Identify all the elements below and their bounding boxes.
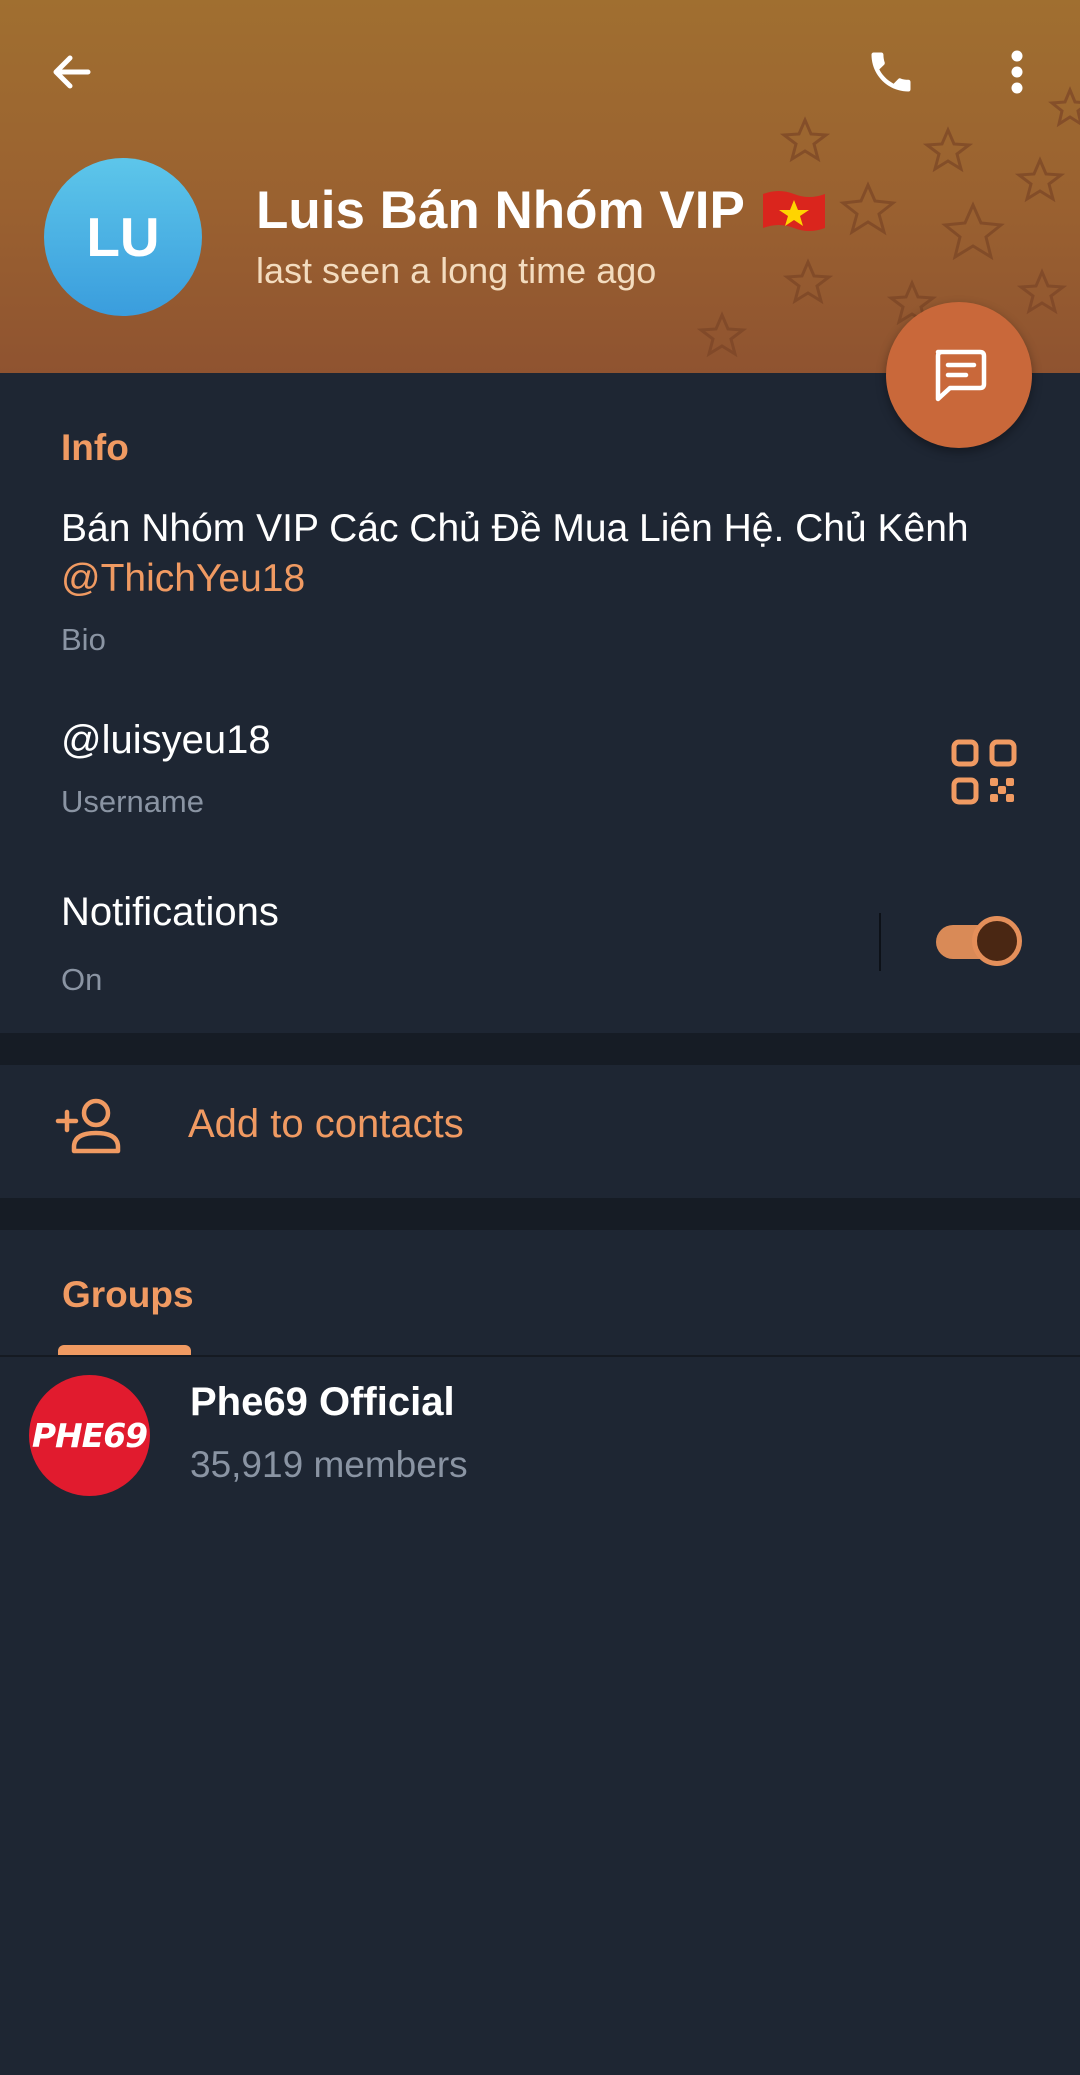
add-user-icon <box>55 1098 121 1154</box>
bio-label: Bio <box>61 622 106 657</box>
vietnam-flag-icon <box>762 190 825 231</box>
group-avatar-text: PHE69 <box>31 1416 148 1455</box>
profile-avatar[interactable]: LU <box>44 158 202 316</box>
username-value[interactable]: @luisyeu18 <box>61 718 271 763</box>
phone-icon <box>871 52 911 92</box>
back-button[interactable] <box>36 36 108 108</box>
bio-text: Bán Nhóm VIP Các Chủ Đề Mua Liên Hệ. Chủ… <box>61 504 1021 604</box>
toggle-knob <box>972 916 1022 966</box>
more-options-button[interactable] <box>981 36 1053 108</box>
bio-body: Bán Nhóm VIP Các Chủ Đề Mua Liên Hệ. Chủ… <box>61 507 969 550</box>
group-name: Phe69 Official <box>190 1380 455 1424</box>
notifications-divider <box>879 913 881 971</box>
notifications-title: Notifications <box>61 890 279 934</box>
notifications-row[interactable]: Notifications On <box>0 870 1080 1010</box>
arrow-left-icon <box>53 55 91 89</box>
group-list-item[interactable] <box>0 1362 1080 1508</box>
notifications-toggle[interactable] <box>932 913 1024 969</box>
tab-groups[interactable]: Groups <box>62 1274 194 1316</box>
profile-name: Luis Bán Nhóm VIP <box>256 180 827 241</box>
profile-name-text: Luis Bán Nhóm VIP <box>256 181 745 240</box>
notifications-status: On <box>61 962 103 997</box>
qr-code-button[interactable] <box>950 738 1018 806</box>
section-gap-2 <box>0 1198 1080 1230</box>
username-label: Username <box>61 784 204 819</box>
info-section-title: Info <box>61 427 129 468</box>
bio-mention-link[interactable]: @ThichYeu18 <box>61 557 305 600</box>
section-gap <box>0 1033 1080 1065</box>
group-members-count: 35,919 members <box>190 1444 468 1485</box>
group-avatar: PHE69 <box>29 1375 150 1496</box>
add-to-contacts-row[interactable] <box>0 1065 1080 1197</box>
more-vertical-icon <box>1011 50 1023 94</box>
call-button[interactable] <box>855 36 927 108</box>
message-icon <box>935 349 987 402</box>
avatar-initials: LU <box>86 206 160 268</box>
send-message-button[interactable] <box>886 302 1032 448</box>
last-seen-status: last seen a long time ago <box>256 250 657 291</box>
tab-groups-indicator <box>58 1345 191 1355</box>
tabs-divider <box>0 1355 1080 1357</box>
add-to-contacts-label: Add to contacts <box>188 1102 464 1146</box>
qr-code-icon <box>951 739 1017 805</box>
